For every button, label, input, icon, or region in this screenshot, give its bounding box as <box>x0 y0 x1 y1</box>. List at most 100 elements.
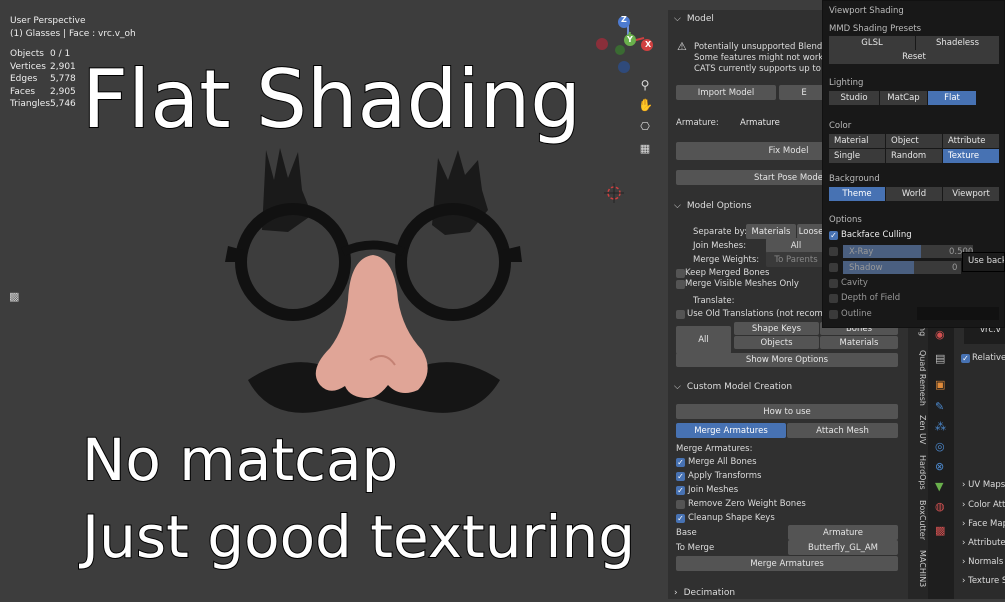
tab-boxcutter[interactable]: BoxCutter <box>909 500 927 540</box>
materials-button[interactable]: Materials <box>820 336 898 349</box>
base-armature-field[interactable]: Armature <box>788 525 898 540</box>
tab-hardops[interactable]: HardOps <box>909 455 927 490</box>
join-all-button[interactable]: All <box>766 238 826 253</box>
outline-color-swatch[interactable] <box>917 307 999 320</box>
cleanup-shape-keys-checkbox[interactable]: ✓ <box>676 514 685 523</box>
attach-mesh-tab[interactable]: Attach Mesh <box>787 423 898 438</box>
decimation-header[interactable]: › Decimation <box>668 584 735 602</box>
relative-checkbox[interactable]: ✓ <box>961 354 970 363</box>
particles-icon[interactable]: ⁂ <box>935 420 946 433</box>
lighting-matcap-button[interactable]: MatCap <box>880 91 927 105</box>
objects-button[interactable]: Objects <box>734 336 819 349</box>
how-to-use-button[interactable]: How to use <box>676 404 898 419</box>
color-attr-section[interactable]: › Color Attr <box>962 500 1005 510</box>
shadeless-button[interactable]: Shadeless <box>916 36 999 50</box>
merge-visible-checkbox[interactable] <box>676 280 685 289</box>
to-parents-button[interactable]: To Parents <box>766 252 826 267</box>
separate-by-label: Separate by: <box>693 227 747 237</box>
color-object-button[interactable]: Object <box>886 134 942 148</box>
custom-model-header[interactable]: ⌵ Custom Model Creation <box>668 378 792 396</box>
translate-all-button[interactable]: All <box>676 326 731 354</box>
cleanup-shape-keys-label: Cleanup Shape Keys <box>688 513 775 523</box>
separate-materials-button[interactable]: Materials <box>746 224 796 239</box>
merge-armatures-tab[interactable]: Merge Armatures <box>676 423 786 438</box>
old-translations-checkbox[interactable] <box>676 310 685 319</box>
world-icon[interactable]: ◉ <box>935 328 945 341</box>
grid-icon[interactable]: ▦ <box>638 142 652 156</box>
keep-merged-checkbox[interactable] <box>676 269 685 278</box>
lighting-studio-button[interactable]: Studio <box>829 91 879 105</box>
constraints-icon[interactable]: ⊗ <box>935 460 944 473</box>
armature-label: Armature: <box>676 118 719 128</box>
remove-zero-weight-checkbox[interactable] <box>676 500 685 509</box>
checker-icon[interactable]: ▩ <box>9 290 21 303</box>
color-texture-button[interactable]: Texture <box>943 149 999 163</box>
material-icon[interactable]: ◍ <box>935 500 945 513</box>
glsl-button[interactable]: GLSL <box>829 36 915 50</box>
backface-culling-checkbox[interactable]: ✓ <box>829 231 838 240</box>
background-world-button[interactable]: World <box>886 187 942 201</box>
to-merge-field[interactable]: Butterfly_GL_AM <box>788 540 898 555</box>
viewport-shading-popup: Viewport Shading MMD Shading Presets GLS… <box>822 0 1005 328</box>
xray-checkbox[interactable] <box>829 247 838 256</box>
overlay-title: Flat Shading <box>81 52 582 147</box>
tab-zen-uv[interactable]: Zen UV <box>909 415 927 444</box>
dof-checkbox[interactable] <box>829 294 838 303</box>
object-icon[interactable]: ▣ <box>935 378 945 391</box>
model-options-header[interactable]: ⌵ Model Options <box>668 197 751 215</box>
background-viewport-button[interactable]: Viewport <box>943 187 999 201</box>
reset-button[interactable]: Reset <box>829 50 999 64</box>
popup-title: Viewport Shading <box>829 6 904 16</box>
join-meshes-checkbox[interactable]: ✓ <box>676 486 685 495</box>
merge-armatures-label: Merge Armatures: <box>676 444 753 454</box>
face-maps-section[interactable]: › Face Maps <box>962 519 1005 529</box>
show-more-options-button[interactable]: Show More Options <box>676 353 898 367</box>
xray-label: X-Ray <box>849 247 874 257</box>
uv-maps-section[interactable]: › UV Maps <box>962 480 1005 490</box>
model-header[interactable]: ⌵ Model <box>668 10 714 28</box>
wrench-icon[interactable]: ✎ <box>935 400 944 413</box>
cavity-checkbox[interactable] <box>829 279 838 288</box>
physics-icon[interactable]: ◎ <box>935 440 945 453</box>
attributes-section[interactable]: › Attributes <box>962 538 1005 548</box>
merge-all-bones-checkbox[interactable]: ✓ <box>676 458 685 467</box>
merge-visible-label: Merge Visible Meshes Only <box>685 279 799 289</box>
separate-loose-button[interactable]: Loose <box>797 224 825 239</box>
tooltip: Use back <box>962 252 1005 272</box>
collection-icon[interactable]: ▤ <box>935 352 945 365</box>
tab-quad-remesh[interactable]: Quad Remesh <box>909 350 927 406</box>
warning-line: Some features might not work! <box>694 53 827 63</box>
shadow-checkbox[interactable] <box>829 263 838 272</box>
color-single-button[interactable]: Single <box>829 149 885 163</box>
armature-field[interactable]: Armature <box>734 115 824 130</box>
apply-transforms-checkbox[interactable]: ✓ <box>676 472 685 481</box>
camera-icon[interactable]: ⎔ <box>638 120 652 134</box>
background-label: Background <box>829 174 880 184</box>
color-random-button[interactable]: Random <box>886 149 942 163</box>
color-material-button[interactable]: Material <box>829 134 885 148</box>
overlay-line-1: No matcap <box>81 425 399 495</box>
merge-all-bones-label: Merge All Bones <box>688 457 757 467</box>
apply-transforms-label: Apply Transforms <box>688 471 762 481</box>
shape-keys-button[interactable]: Shape Keys <box>734 322 819 335</box>
normals-section[interactable]: › Normals <box>962 557 1003 567</box>
texture-icon[interactable]: ▩ <box>935 524 945 537</box>
overlay-line-2: Just good texturing <box>81 502 636 572</box>
outline-label: Outline <box>841 309 872 319</box>
mesh-data-icon[interactable]: ▼ <box>935 480 943 493</box>
tab-machin3[interactable]: MACHIN3 <box>909 550 927 587</box>
chevron-down-icon: ⌵ <box>674 382 681 392</box>
merge-armatures-button[interactable]: Merge Armatures <box>676 556 898 571</box>
outline-checkbox[interactable] <box>829 310 838 319</box>
shadow-value: 0 <box>952 263 958 273</box>
zoom-icon[interactable]: ⚲ <box>638 78 652 92</box>
lighting-flat-button[interactable]: Flat <box>928 91 976 105</box>
import-model-button[interactable]: Import Model <box>676 85 776 100</box>
cavity-label: Cavity <box>841 278 868 288</box>
hand-pan-icon[interactable]: ✋ <box>638 98 653 112</box>
to-merge-label: To Merge <box>676 543 715 553</box>
lighting-label: Lighting <box>829 78 864 88</box>
color-attribute-button[interactable]: Attribute <box>943 134 999 148</box>
texture-space-section[interactable]: › Texture S <box>962 576 1005 586</box>
background-theme-button[interactable]: Theme <box>829 187 885 201</box>
